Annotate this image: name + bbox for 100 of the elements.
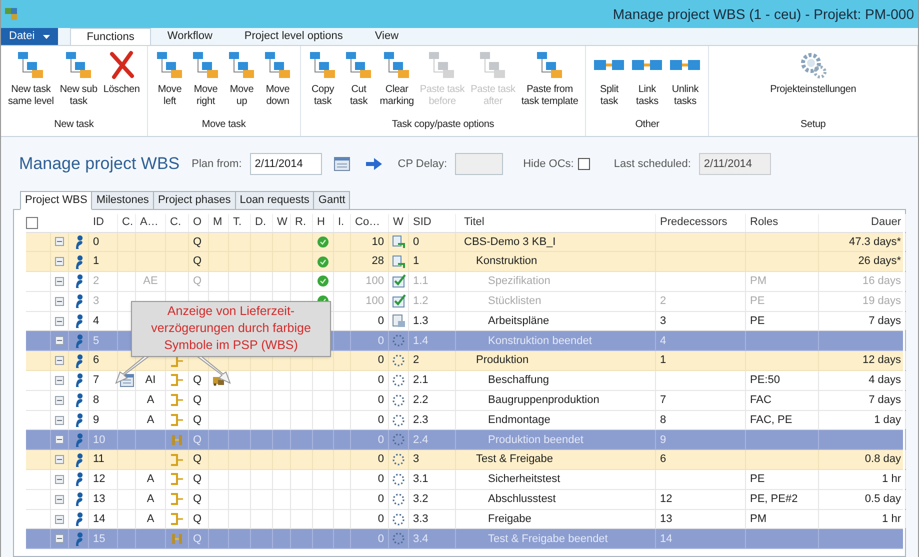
column-header[interactable]: H bbox=[317, 214, 325, 231]
table-cell-text: 14 bbox=[93, 512, 106, 527]
table-cell-text: 1.3 bbox=[413, 314, 428, 329]
column-header[interactable]: C. bbox=[122, 214, 133, 231]
table-cell-text: PM bbox=[750, 274, 766, 290]
ribbon-button[interactable]: Cut task bbox=[340, 46, 377, 117]
column-header[interactable]: ID bbox=[93, 214, 104, 231]
column-header[interactable]: A… bbox=[140, 214, 158, 231]
table-cell-text: 2.3 bbox=[413, 412, 428, 428]
ribbon-button[interactable]: Move up bbox=[224, 46, 260, 117]
table-cell-text: 9 bbox=[93, 412, 100, 428]
table-cell-text: 1.4 bbox=[413, 334, 428, 349]
ribbon-button[interactable]: Copy task bbox=[304, 46, 341, 117]
table-cell-text: 47.3 days* bbox=[849, 234, 901, 250]
table-cell-text: 3 bbox=[660, 314, 666, 329]
tab[interactable]: Project phases bbox=[152, 190, 236, 210]
table-row[interactable]: 13 A Q 0 3.2 Abschlusstest 12 PE, PE#2 0.5 day bbox=[26, 490, 903, 510]
table-row[interactable]: 9 A Q 0 2.3 Endmontage 8 FAC, PE 1 day bbox=[26, 410, 903, 430]
ribbon-button[interactable]: Move left bbox=[152, 46, 188, 117]
table-cell-text: 2 bbox=[93, 274, 100, 290]
date-field[interactable]: 2/11/2014 bbox=[250, 152, 322, 175]
table-cell-text: 12 bbox=[93, 472, 106, 488]
table-cell-text: 1 hr bbox=[882, 512, 901, 527]
ribbon-tab[interactable]: Functions bbox=[70, 28, 152, 45]
table-row[interactable]: 11 Q 0 3 Test & Freigabe 6 0.8 day bbox=[26, 450, 903, 470]
ribbon-button[interactable]: New task same level bbox=[5, 46, 57, 117]
column-header[interactable]: I. bbox=[338, 214, 344, 231]
ribbon-tab[interactable]: Workflow bbox=[151, 28, 228, 45]
date-field: 2/11/2014 bbox=[698, 152, 771, 175]
table-cell-text: 1 bbox=[660, 353, 666, 368]
column-header[interactable]: Roles bbox=[750, 214, 778, 231]
ribbon-button[interactable]: Clear marking bbox=[376, 46, 417, 117]
table-cell-text: Konstruktion bbox=[476, 254, 538, 270]
table-cell-text: 100 bbox=[366, 294, 384, 310]
table-cell-text: 13 bbox=[93, 492, 106, 507]
table-cell-text: 8 bbox=[660, 412, 666, 428]
table-row[interactable]: 1 Q 28 1 Konstruktion 26 days* bbox=[26, 252, 903, 272]
table-cell-text: Stücklisten bbox=[488, 294, 542, 310]
page-title: Manage project WBS bbox=[19, 153, 180, 175]
table-cell-text: 2 bbox=[413, 353, 420, 368]
table-row[interactable]: 12 A Q 0 3.1 Sicherheitstest PE 1 hr bbox=[26, 470, 903, 490]
table-cell-text: Q bbox=[193, 452, 202, 468]
tab[interactable]: Gantt bbox=[313, 190, 350, 210]
window-title: Manage project WBS (1 - ceu) - Projekt: PM-000 bbox=[612, 4, 914, 24]
ribbon-button[interactable]: Unlink tasks bbox=[666, 46, 704, 117]
table-cell-text: AE bbox=[143, 274, 158, 290]
table-cell-text: 0 bbox=[378, 334, 384, 349]
ribbon-button[interactable]: Link tasks bbox=[628, 46, 666, 117]
table-cell-text: Abschlusstest bbox=[488, 492, 556, 507]
table-cell-text: Beschaffung bbox=[488, 373, 549, 388]
table-cell-text: 15 bbox=[93, 532, 106, 547]
table-cell-text: 3.1 bbox=[413, 472, 428, 488]
table-cell-text: 7 bbox=[660, 393, 666, 408]
column-header[interactable]: T. bbox=[233, 214, 242, 231]
ribbon-button[interactable]: Löschen bbox=[100, 46, 143, 117]
table-row[interactable]: 14 A Q 0 3.3 Freigabe 13 PM 1 hr bbox=[26, 510, 903, 530]
table-cell-text: 0 bbox=[378, 412, 384, 428]
table-cell-text: A bbox=[146, 412, 154, 428]
column-header[interactable]: Co… bbox=[355, 214, 380, 231]
table-cell-text: Q bbox=[193, 472, 202, 488]
column-header[interactable]: O bbox=[193, 214, 202, 231]
ribbon-button[interactable]: Paste from task template bbox=[518, 46, 582, 117]
column-header[interactable]: W bbox=[393, 214, 404, 231]
column-header[interactable]: Dauer bbox=[871, 214, 901, 231]
table-row[interactable]: 7 AI Q 0 2.1 Beschaffung PE:50 4 days bbox=[26, 371, 903, 391]
table-cell-text: Sicherheitstest bbox=[488, 472, 560, 488]
ribbon-button[interactable]: Projekteinstellungen bbox=[767, 46, 860, 117]
column-header[interactable]: Predecessors bbox=[660, 214, 728, 231]
table-cell-text: Test & Freigabe bbox=[476, 452, 554, 468]
ribbon-button[interactable]: New sub task bbox=[56, 46, 100, 117]
column-header[interactable]: Titel bbox=[464, 214, 484, 231]
tab[interactable]: Loan requests bbox=[234, 190, 314, 210]
table-cell-text: 19 days bbox=[862, 294, 901, 310]
table-row[interactable]: 6 0 2 Produktion 1 12 days bbox=[26, 351, 903, 372]
tab[interactable]: Milestones bbox=[91, 190, 154, 210]
table-row[interactable]: 8 A Q 0 2.2 Baugruppenproduktion 7 FAC 7 days bbox=[26, 390, 903, 411]
table-cell-text: Endmontage bbox=[488, 412, 550, 428]
column-header[interactable]: C. bbox=[170, 214, 181, 231]
ribbon-button[interactable]: Split task bbox=[590, 46, 628, 117]
table-cell-text: 3.4 bbox=[413, 532, 428, 547]
column-header[interactable]: R. bbox=[295, 214, 306, 231]
table-cell-text: 3 bbox=[413, 452, 420, 468]
column-header[interactable]: W bbox=[277, 214, 288, 231]
table-cell-text: 0 bbox=[378, 492, 384, 507]
ribbon-tab[interactable]: View bbox=[358, 28, 415, 45]
table-cell-text: 0 bbox=[378, 512, 384, 527]
table-row[interactable]: 0 Q 10 0 CBS-Demo 3 KB_I 47.3 days* bbox=[26, 232, 903, 252]
column-header[interactable]: D. bbox=[255, 214, 266, 231]
ribbon-button[interactable]: Move down bbox=[260, 46, 296, 117]
field-label: Plan from: bbox=[192, 156, 242, 172]
tab[interactable]: Project WBS bbox=[20, 190, 92, 210]
table-cell-text: Q bbox=[193, 373, 202, 388]
column-header[interactable]: SID bbox=[413, 214, 432, 231]
table-cell-text: 10 bbox=[93, 432, 106, 448]
file-menu[interactable]: Datei bbox=[1, 28, 58, 45]
group-label: Other bbox=[634, 118, 660, 132]
ribbon-tab[interactable]: Project level options bbox=[228, 28, 359, 45]
table-cell-text: FAC bbox=[750, 393, 772, 408]
ribbon-button[interactable]: Move right bbox=[188, 46, 224, 117]
column-header[interactable]: M bbox=[213, 214, 222, 231]
